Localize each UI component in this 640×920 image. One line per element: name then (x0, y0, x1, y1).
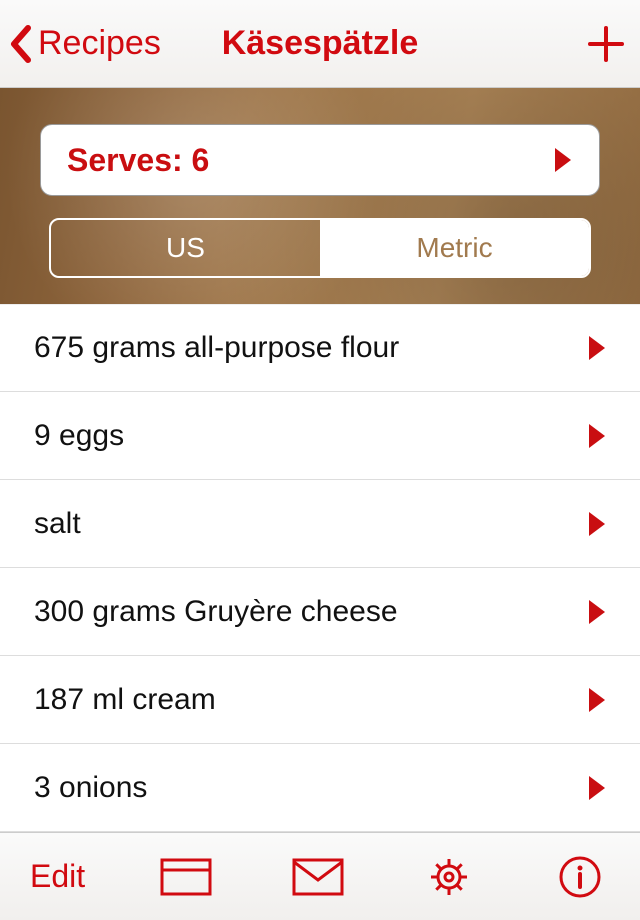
plus-icon (586, 24, 626, 64)
ingredient-label: 675 grams all-purpose flour (34, 331, 588, 365)
edit-button[interactable]: Edit (30, 858, 85, 895)
back-label: Recipes (38, 24, 161, 63)
ingredient-label: salt (34, 507, 588, 541)
ingredient-label: 3 onions (34, 771, 588, 805)
serves-button[interactable]: Serves: 6 (40, 124, 600, 196)
chevron-right-icon (588, 335, 606, 361)
unit-segmented-control: US Metric (49, 218, 591, 278)
add-button[interactable] (586, 24, 626, 64)
list-item[interactable]: salt (0, 480, 640, 568)
info-icon (558, 855, 602, 899)
tab-metric[interactable]: Metric (320, 220, 589, 276)
ingredient-label: 187 ml cream (34, 683, 588, 717)
card-button[interactable] (156, 858, 216, 896)
nav-bar: Recipes Käsespätzle (0, 0, 640, 88)
back-button[interactable]: Recipes (8, 24, 161, 64)
list-item[interactable]: 3 onions (0, 744, 640, 832)
mail-icon (292, 858, 344, 896)
chevron-right-icon (588, 599, 606, 625)
list-item[interactable]: 300 grams Gruyère cheese (0, 568, 640, 656)
serves-label: Serves: 6 (67, 142, 553, 179)
chevron-right-icon (553, 146, 573, 174)
info-button[interactable] (550, 855, 610, 899)
chevron-left-icon (8, 24, 32, 64)
chevron-right-icon (588, 687, 606, 713)
chevron-right-icon (588, 511, 606, 537)
ingredient-list: 675 grams all-purpose flour 9 eggs salt … (0, 304, 640, 832)
ingredient-label: 9 eggs (34, 419, 588, 453)
chevron-right-icon (588, 775, 606, 801)
mail-button[interactable] (288, 858, 348, 896)
card-icon (160, 858, 212, 896)
bottom-toolbar: Edit (0, 832, 640, 920)
ingredient-label: 300 grams Gruyère cheese (34, 595, 588, 629)
settings-button[interactable] (419, 855, 479, 899)
list-item[interactable]: 187 ml cream (0, 656, 640, 744)
list-item[interactable]: 9 eggs (0, 392, 640, 480)
list-item[interactable]: 675 grams all-purpose flour (0, 304, 640, 392)
chevron-right-icon (588, 423, 606, 449)
tab-us[interactable]: US (51, 220, 320, 276)
hero-panel: Serves: 6 US Metric (0, 88, 640, 304)
gear-icon (427, 855, 471, 899)
